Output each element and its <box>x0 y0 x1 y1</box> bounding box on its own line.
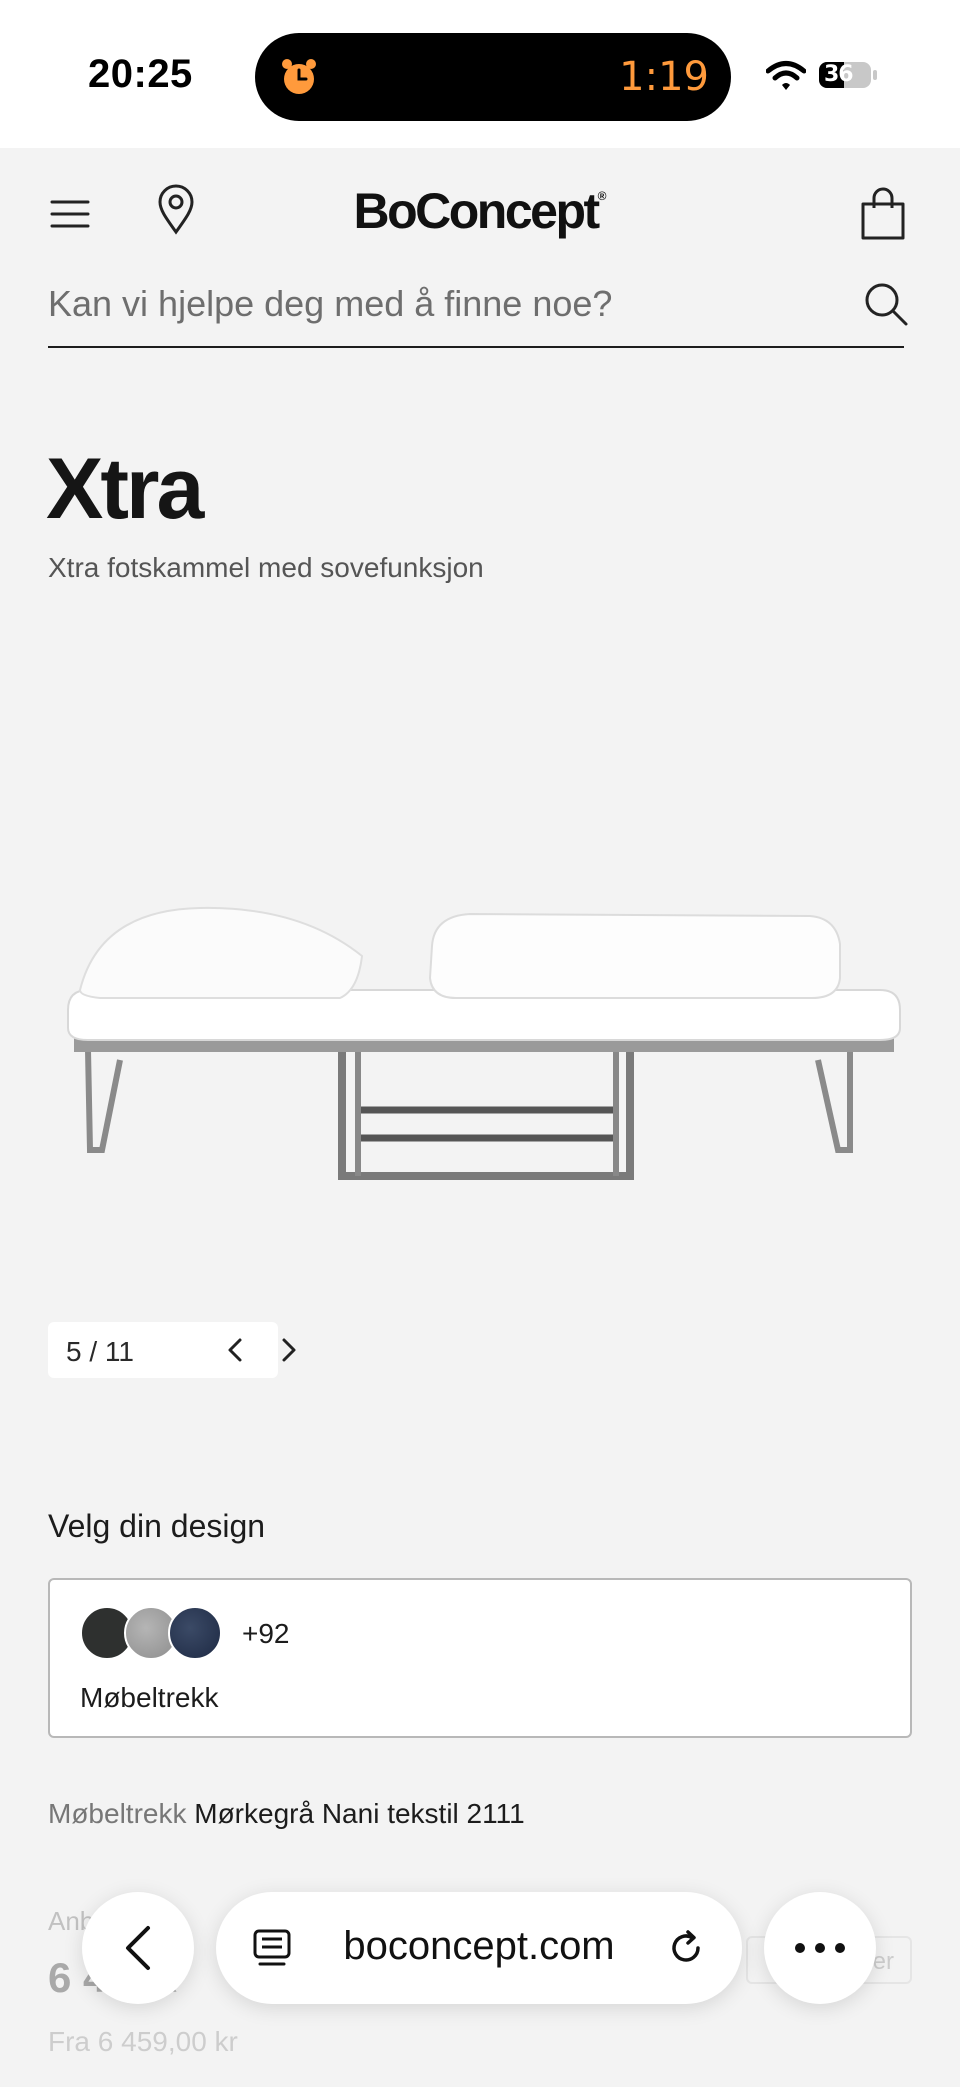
upholstery-label: Møbeltrekk <box>80 1682 219 1713</box>
from-price: Fra 6 459,00 kr <box>48 2026 238 2057</box>
wifi-icon <box>766 61 806 90</box>
product-subtitle: Xtra fotskammel med sovefunksjon <box>48 552 484 583</box>
shopping-bag-icon[interactable] <box>858 186 908 242</box>
battery-indicator: 36 <box>818 60 878 90</box>
chevron-right-icon[interactable] <box>272 1334 304 1366</box>
back-button[interactable] <box>82 1892 194 2004</box>
more-dots-icon <box>795 1943 845 1953</box>
gallery-pager: 5 / 11 <box>48 1322 296 1378</box>
swatch-count: +92 <box>242 1618 290 1649</box>
selected-fabric: Møbeltrekk Mørkegrå Nani tekstil 2111 <box>48 1798 525 1830</box>
boconcept-logo[interactable]: BoConcept® <box>0 182 960 240</box>
address-bar[interactable]: boconcept.com <box>216 1892 742 2004</box>
logo-text: BoConcept <box>353 183 601 239</box>
upholstery-selector[interactable]: +92 Møbeltrekk <box>48 1578 912 1738</box>
gallery-position: 5 / 11 <box>66 1336 134 1367</box>
chevron-left-icon <box>126 1926 150 1970</box>
product-title: Xtra <box>46 441 204 537</box>
design-heading: Velg din design <box>48 1508 266 1544</box>
fabric-key: Møbeltrekk <box>48 1798 187 1829</box>
status-time: 20:25 <box>88 52 193 96</box>
reload-icon[interactable] <box>664 1926 708 1970</box>
fabric-swatch <box>168 1606 222 1660</box>
site-header: BoConcept® <box>0 148 960 278</box>
alarm-icon <box>282 59 316 94</box>
status-bar: 20:25 1:19 36 <box>0 0 960 148</box>
timer-readout: 1:19 <box>619 54 709 100</box>
chevron-left-icon[interactable] <box>220 1334 252 1366</box>
dynamic-island[interactable]: 1:19 <box>255 33 731 121</box>
battery-level: 36 <box>824 62 854 87</box>
sofa-bed-image <box>67 906 901 1180</box>
search-input[interactable] <box>48 278 828 330</box>
logo-registered-mark: ® <box>597 189 607 203</box>
fabric-value: Mørkegrå Nani tekstil 2111 <box>194 1798 525 1829</box>
search-icon[interactable] <box>862 280 912 330</box>
more-options-button[interactable] <box>764 1892 876 2004</box>
search-bar <box>48 270 908 348</box>
